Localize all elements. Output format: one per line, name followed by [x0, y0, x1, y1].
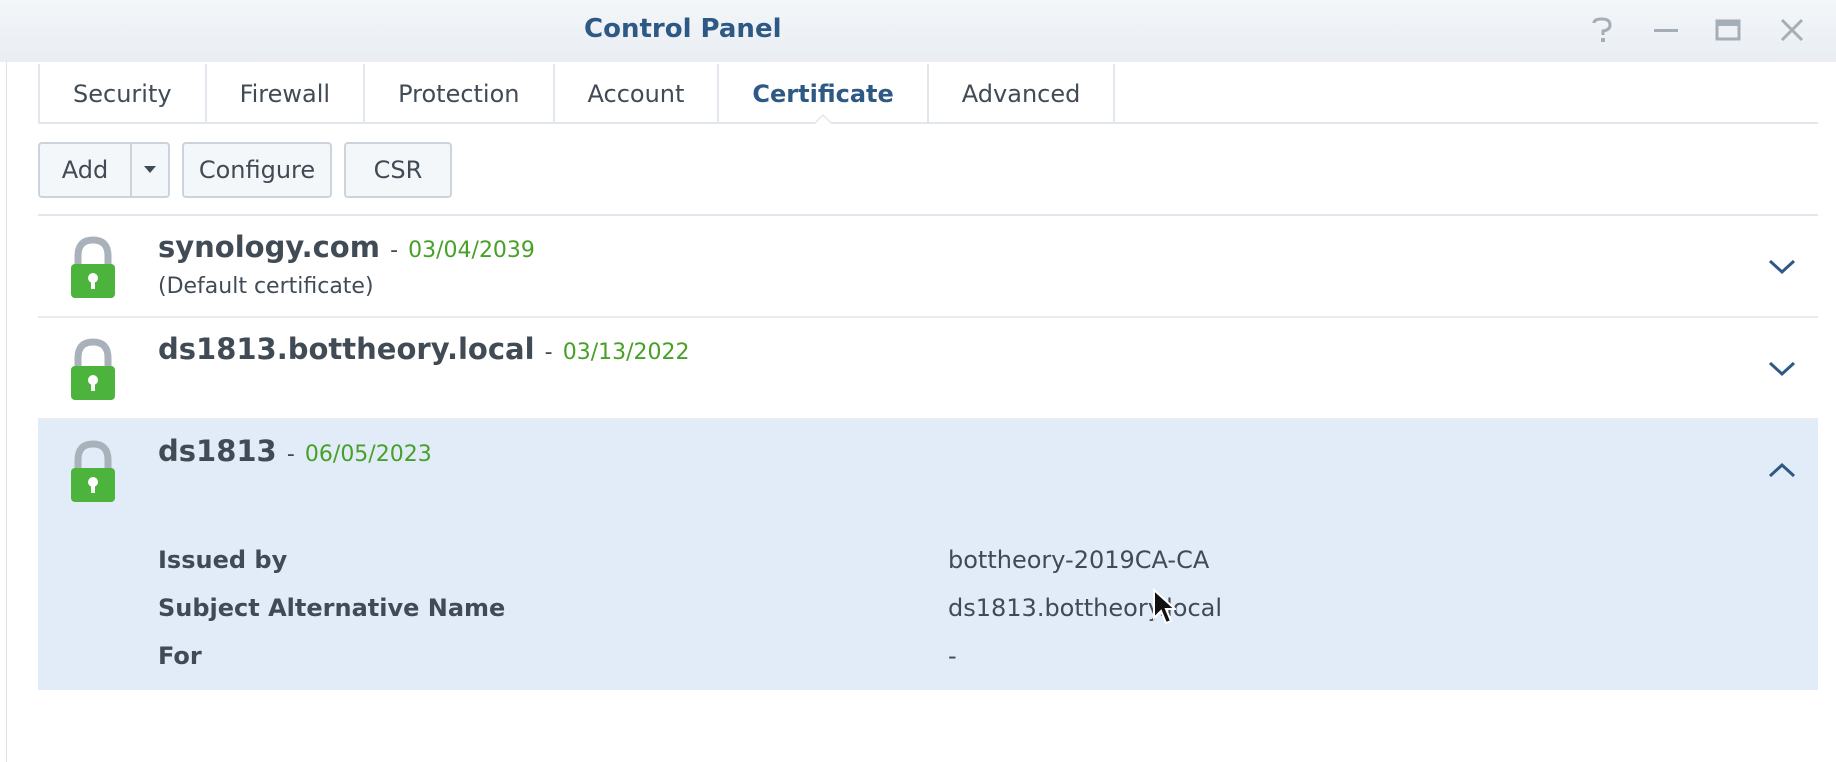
- chevron-down-icon[interactable]: [1766, 356, 1798, 380]
- minimize-icon[interactable]: [1650, 14, 1682, 46]
- expiry-date: 03/04/2039: [408, 238, 535, 263]
- san-label: Subject Alternative Name: [158, 594, 506, 622]
- tab-account[interactable]: Account: [552, 64, 718, 124]
- window-titlebar: Control Panel: [0, 0, 1836, 62]
- tab-firewall[interactable]: Firewall: [204, 64, 364, 124]
- tab-security[interactable]: Security: [38, 64, 205, 124]
- issued-by-label: Issued by: [158, 546, 288, 574]
- certificate-list: synology.com - 03/04/2039 (Default certi…: [38, 214, 1818, 690]
- tab-label: Account: [587, 80, 685, 108]
- san-value: ds1813.bottheory.local: [948, 594, 1223, 622]
- certificate-title: synology.com - 03/04/2039: [158, 230, 535, 264]
- csr-button[interactable]: CSR: [344, 142, 452, 198]
- for-label: For: [158, 642, 202, 670]
- certificate-name: ds1813: [158, 434, 277, 468]
- maximize-icon[interactable]: [1712, 14, 1744, 46]
- for-value: -: [948, 642, 957, 670]
- certificate-row[interactable]: ds1813.bottheory.local - 03/13/2022: [38, 318, 1818, 420]
- tab-label: Protection: [398, 80, 520, 108]
- expiry-date: 03/13/2022: [562, 340, 690, 365]
- lock-icon: [71, 440, 115, 502]
- tab-label: Firewall: [239, 80, 331, 108]
- help-icon[interactable]: [1586, 14, 1618, 46]
- tab-label: Security: [73, 80, 172, 108]
- certificate-title: ds1813 - 06/05/2023: [158, 434, 432, 468]
- lock-icon: [71, 236, 115, 298]
- issued-by-value: bottheory-2019CA-CA: [948, 546, 1210, 574]
- window-title: Control Panel: [584, 14, 782, 44]
- certificate-name: synology.com: [158, 230, 380, 264]
- add-button[interactable]: Add: [40, 144, 132, 196]
- separator: -: [286, 442, 295, 467]
- certificate-row[interactable]: synology.com - 03/04/2039 (Default certi…: [38, 216, 1818, 318]
- chevron-up-icon[interactable]: [1766, 458, 1798, 482]
- add-split-button: Add: [38, 142, 170, 198]
- certificate-title: ds1813.bottheory.local - 03/13/2022: [158, 332, 690, 366]
- tab-label: Advanced: [961, 80, 1081, 108]
- separator: -: [390, 238, 399, 263]
- close-icon[interactable]: [1776, 14, 1808, 46]
- chevron-down-icon[interactable]: [1766, 254, 1798, 278]
- certificate-row-expanded[interactable]: ds1813 - 06/05/2023 Issued by bottheory-…: [38, 420, 1818, 690]
- tab-bar: Security Firewall Protection Account Cer…: [38, 64, 1818, 124]
- mouse-cursor-icon: [1153, 588, 1176, 625]
- caret-down-icon: [144, 166, 156, 173]
- configure-button[interactable]: Configure: [182, 142, 332, 198]
- tab-protection[interactable]: Protection: [363, 64, 552, 124]
- certificate-name: ds1813.bottheory.local: [158, 332, 535, 366]
- active-tab-indicator: [813, 114, 833, 124]
- tab-advanced[interactable]: Advanced: [926, 64, 1116, 124]
- expiry-date: 06/05/2023: [304, 442, 432, 467]
- toolbar: Add Configure CSR: [38, 142, 452, 198]
- tab-label: Certificate: [752, 80, 894, 108]
- separator: -: [544, 340, 553, 365]
- certificate-note: (Default certificate): [158, 274, 374, 299]
- add-dropdown-button[interactable]: [132, 144, 168, 196]
- lock-icon: [71, 338, 115, 400]
